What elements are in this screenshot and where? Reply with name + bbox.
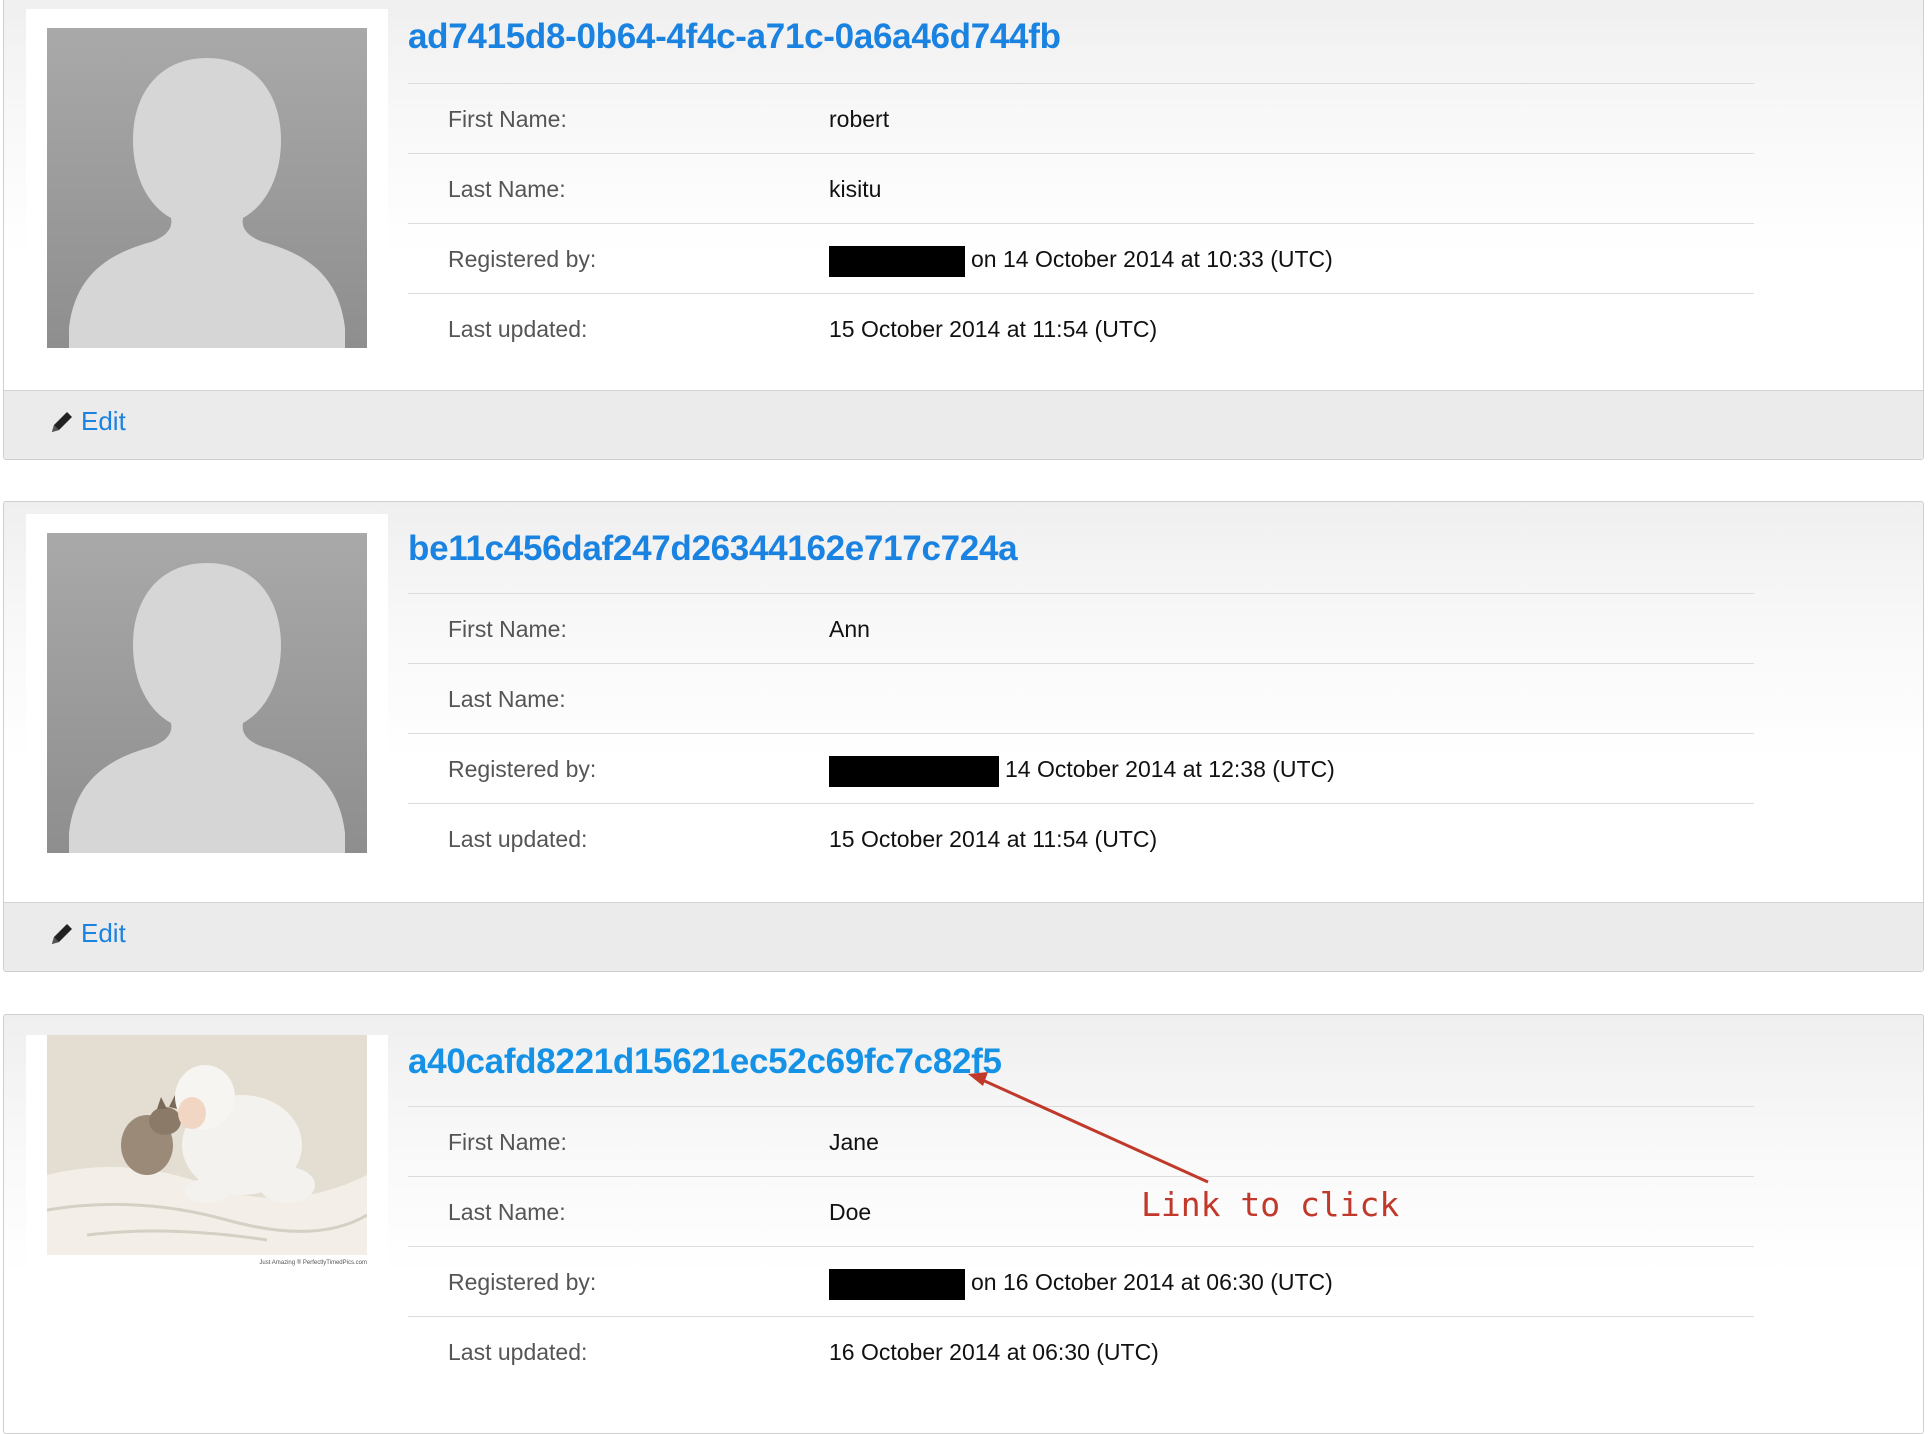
last-name-label: Last Name: bbox=[448, 686, 566, 712]
user-fields: First Name: robert Last Name: kisitu Reg… bbox=[408, 83, 1754, 363]
first-name-label: First Name: bbox=[448, 616, 567, 642]
last-name-label: Last Name: bbox=[448, 1199, 566, 1225]
pencil-icon bbox=[52, 411, 72, 432]
first-name-value: Ann bbox=[829, 616, 870, 642]
field-row-first-name: First Name: robert bbox=[408, 83, 1754, 153]
default-avatar bbox=[47, 28, 367, 348]
registered-by-label: Registered by: bbox=[448, 246, 597, 272]
edit-label: Edit bbox=[81, 406, 126, 436]
user-id-link[interactable]: be11c456daf247d26344162e717c724a bbox=[408, 529, 1018, 569]
first-name-value: Jane bbox=[829, 1129, 879, 1155]
last-updated-label: Last updated: bbox=[448, 826, 588, 852]
registered-date: on 14 October 2014 at 10:33 (UTC) bbox=[971, 246, 1333, 272]
field-row-registered-by: Registered by: on 16 October 2014 at 06:… bbox=[408, 1246, 1754, 1316]
field-row-first-name: First Name: Ann bbox=[408, 593, 1754, 663]
field-row-last-updated: Last updated: 15 October 2014 at 11:54 (… bbox=[408, 293, 1754, 363]
last-updated-label: Last updated: bbox=[448, 316, 588, 342]
field-row-last-updated: Last updated: 16 October 2014 at 06:30 (… bbox=[408, 1316, 1754, 1386]
registered-by-value: 14 October 2014 at 12:38 (UTC) bbox=[829, 756, 1335, 787]
field-row-first-name: First Name: Jane bbox=[408, 1106, 1754, 1176]
first-name-label: First Name: bbox=[448, 1129, 567, 1155]
user-fields: First Name: Ann Last Name: Registered by… bbox=[408, 593, 1754, 873]
baby-kitten-image bbox=[47, 1035, 367, 1255]
edit-button[interactable]: Edit bbox=[49, 406, 126, 437]
user-card: be11c456daf247d26344162e717c724a First N… bbox=[3, 501, 1924, 972]
last-updated-value: 16 October 2014 at 06:30 (UTC) bbox=[829, 1339, 1159, 1365]
last-name-value: kisitu bbox=[829, 176, 882, 202]
first-name-value: robert bbox=[829, 106, 890, 132]
user-id-link[interactable]: ad7415d8-0b64-4f4c-a71c-0a6a46d744fb bbox=[408, 17, 1061, 57]
card-footer: Edit bbox=[4, 902, 1923, 971]
field-row-last-name: Last Name: Doe bbox=[408, 1176, 1754, 1246]
registered-date: 14 October 2014 at 12:38 (UTC) bbox=[1005, 756, 1335, 782]
default-avatar bbox=[47, 533, 367, 853]
pencil-icon bbox=[52, 923, 72, 944]
field-row-registered-by: Registered by: on 14 October 2014 at 10:… bbox=[408, 223, 1754, 293]
registered-by-value: on 14 October 2014 at 10:33 (UTC) bbox=[829, 246, 1333, 277]
avatar-frame: Just Amazing ® PerfectlyTimedPics.com bbox=[26, 1035, 388, 1315]
registered-by-label: Registered by: bbox=[448, 756, 597, 782]
baby-and-kitten-photo bbox=[47, 1035, 367, 1255]
edit-button[interactable]: Edit bbox=[49, 918, 126, 949]
user-fields: First Name: Jane Last Name: Doe Register… bbox=[408, 1106, 1754, 1386]
registered-date: on 16 October 2014 at 06:30 (UTC) bbox=[971, 1269, 1333, 1295]
first-name-label: First Name: bbox=[448, 106, 567, 132]
card-footer: Edit bbox=[4, 390, 1923, 459]
last-updated-label: Last updated: bbox=[448, 1339, 588, 1365]
user-id-link[interactable]: a40cafd8221d15621ec52c69fc7c82f5 bbox=[408, 1042, 1002, 1082]
redacted-name bbox=[829, 756, 999, 787]
photo-caption: Just Amazing ® PerfectlyTimedPics.com bbox=[259, 1260, 367, 1266]
user-card: Just Amazing ® PerfectlyTimedPics.com a4… bbox=[3, 1014, 1924, 1434]
field-row-last-updated: Last updated: 15 October 2014 at 11:54 (… bbox=[408, 803, 1754, 873]
avatar-frame bbox=[26, 9, 388, 376]
field-row-registered-by: Registered by: 14 October 2014 at 12:38 … bbox=[408, 733, 1754, 803]
redacted-name bbox=[829, 246, 965, 277]
last-name-value: Doe bbox=[829, 1199, 872, 1225]
avatar-frame bbox=[26, 514, 388, 881]
last-updated-value: 15 October 2014 at 11:54 (UTC) bbox=[829, 316, 1158, 342]
registered-by-value: on 16 October 2014 at 06:30 (UTC) bbox=[829, 1269, 1333, 1300]
last-name-label: Last Name: bbox=[448, 176, 566, 202]
last-updated-value: 15 October 2014 at 11:54 (UTC) bbox=[829, 826, 1158, 852]
person-silhouette-icon bbox=[69, 563, 345, 853]
field-row-last-name: Last Name: bbox=[408, 663, 1754, 733]
field-row-last-name: Last Name: kisitu bbox=[408, 153, 1754, 223]
annotation-label: Link to click bbox=[1141, 1185, 1400, 1224]
person-silhouette-icon bbox=[69, 58, 345, 348]
edit-label: Edit bbox=[81, 918, 126, 948]
registered-by-label: Registered by: bbox=[448, 1269, 597, 1295]
user-card: ad7415d8-0b64-4f4c-a71c-0a6a46d744fb Fir… bbox=[3, 0, 1924, 460]
redacted-name bbox=[829, 1269, 965, 1300]
